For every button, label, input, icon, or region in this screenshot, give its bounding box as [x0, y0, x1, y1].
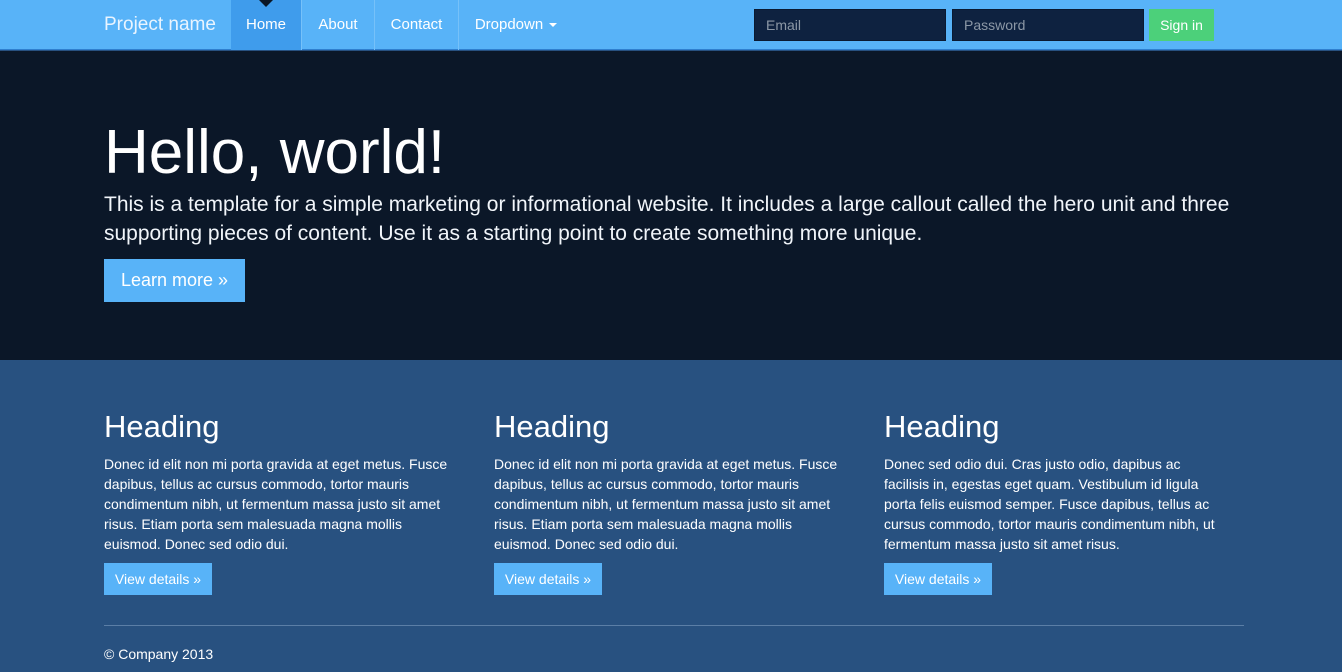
- column-heading: Heading: [884, 409, 1000, 444]
- nav-item-dropdown[interactable]: Dropdown: [459, 0, 573, 50]
- sign-in-button[interactable]: Sign in: [1149, 9, 1214, 41]
- content-column-1: Heading Donec id elit non mi porta gravi…: [104, 407, 449, 595]
- nav-item-home[interactable]: Home: [231, 0, 302, 50]
- column-text: Donec sed odio dui. Cras justo odio, dap…: [884, 456, 1215, 552]
- nav-item-label: About: [318, 16, 358, 33]
- column-text: Donec id elit non mi porta gravida at eg…: [494, 456, 838, 552]
- column-heading: Heading: [104, 409, 220, 444]
- password-input[interactable]: [952, 9, 1144, 41]
- top-navbar: Project name Home About Contact Dropdown…: [0, 0, 1342, 50]
- nav-item-label: Home: [245, 16, 286, 33]
- content-column-3: Heading Donec sed odio dui. Cras justo o…: [884, 407, 1229, 595]
- view-details-button[interactable]: View details »: [494, 563, 602, 595]
- email-input[interactable]: [754, 9, 946, 41]
- content-column-2: Heading Donec id elit non mi porta gravi…: [494, 407, 839, 595]
- footer-divider: [104, 625, 1244, 626]
- hero-description: This is a template for a simple marketin…: [104, 193, 1230, 245]
- brand-link[interactable]: Project name: [104, 0, 216, 50]
- view-details-button[interactable]: View details »: [884, 563, 992, 595]
- caret-down-icon: [549, 23, 558, 28]
- nav-item-contact[interactable]: Contact: [375, 0, 459, 50]
- hero-title: Hello, world!: [104, 118, 446, 187]
- nav-item-about[interactable]: About: [302, 0, 375, 50]
- learn-more-button[interactable]: Learn more »: [104, 259, 245, 302]
- footer-copyright: © Company 2013: [104, 646, 214, 662]
- nav-item-label: Contact: [390, 16, 443, 33]
- column-text: Donec id elit non mi porta gravida at eg…: [104, 456, 448, 552]
- hero-unit: Hello, world! This is a template for a s…: [0, 51, 1342, 360]
- column-heading: Heading: [494, 409, 610, 444]
- view-details-button[interactable]: View details »: [104, 563, 212, 595]
- nav-item-label: Dropdown: [474, 16, 544, 33]
